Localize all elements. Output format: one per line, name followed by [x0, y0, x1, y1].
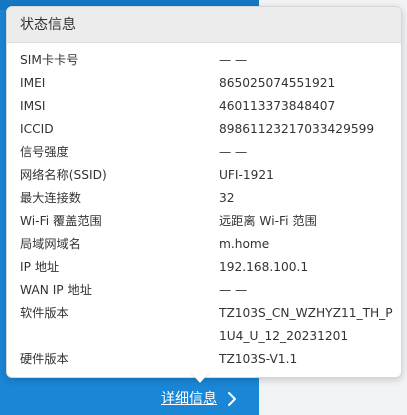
details-link-label: 详细信息 [161, 391, 217, 407]
details-link[interactable]: 详细信息 [161, 387, 239, 411]
info-row-ssid: 网络名称(SSID) UFI-1921 [7, 164, 401, 187]
info-value: 89861123217033429599 [219, 122, 375, 136]
info-row-max-connections: 最大连接数 32 [7, 187, 401, 210]
info-row-imsi: IMSI 460113373848407 [7, 95, 401, 118]
info-label: IMEI [20, 76, 46, 90]
info-value: UFI-1921 [219, 168, 274, 182]
popup-pointer [190, 372, 210, 383]
info-label: 信号强度 [20, 145, 69, 159]
info-value: 32 [219, 191, 235, 205]
info-label: ICCID [20, 122, 54, 136]
info-label: 最大连接数 [20, 191, 81, 205]
info-value: — — [219, 53, 248, 67]
info-value: 192.168.100.1 [219, 260, 309, 274]
info-row-imei: IMEI 865025074551921 [7, 72, 401, 95]
popup-title: 状态信息 [20, 17, 76, 33]
info-value: m.home [219, 237, 270, 251]
info-label: 软件版本 [20, 306, 69, 320]
info-label: SIM卡卡号 [20, 53, 79, 67]
info-row-sim-number: SIM卡卡号 — — [7, 49, 401, 72]
info-label: 网络名称(SSID) [20, 168, 107, 182]
info-value: 远距离 Wi-Fi 范围 [219, 214, 317, 228]
info-row-iccid: ICCID 89861123217033429599 [7, 118, 401, 141]
info-label: 硬件版本 [20, 352, 69, 366]
info-value: — — [219, 283, 248, 297]
info-label: Wi-Fi 覆盖范围 [20, 214, 102, 228]
status-info-popup: 状态信息 SIM卡卡号 — — IMEI 865025074551921 IMS… [6, 6, 402, 378]
info-label: 局域网域名 [20, 237, 81, 251]
info-row-signal-strength: 信号强度 — — [7, 141, 401, 164]
info-value: — — [219, 145, 248, 159]
info-row-hardware-version: 硬件版本 TZ103S-V1.1 [7, 348, 401, 371]
info-row-wan-ip: WAN IP 地址 — — [7, 279, 401, 302]
info-row-ip-address: IP 地址 192.168.100.1 [7, 256, 401, 279]
info-value: TZ103S-V1.1 [219, 352, 298, 366]
info-label: IMSI [20, 99, 46, 113]
info-row-wifi-range: Wi-Fi 覆盖范围 远距离 Wi-Fi 范围 [7, 210, 401, 233]
info-label: WAN IP 地址 [20, 283, 92, 297]
info-value: 865025074551921 [219, 76, 336, 90]
popup-header: 状态信息 [7, 7, 401, 43]
chevron-right-icon [225, 392, 239, 406]
status-info-list: SIM卡卡号 — — IMEI 865025074551921 IMSI 460… [7, 49, 401, 371]
info-label: IP 地址 [20, 260, 60, 274]
info-value: 460113373848407 [219, 99, 336, 113]
info-row-software-version: 软件版本 TZ103S_CN_WZHYZ11_TH_P1U4_U_12_2023… [7, 302, 401, 348]
info-row-lan-domain: 局域网域名 m.home [7, 233, 401, 256]
info-value: TZ103S_CN_WZHYZ11_TH_P1U4_U_12_20231201 [219, 306, 393, 343]
